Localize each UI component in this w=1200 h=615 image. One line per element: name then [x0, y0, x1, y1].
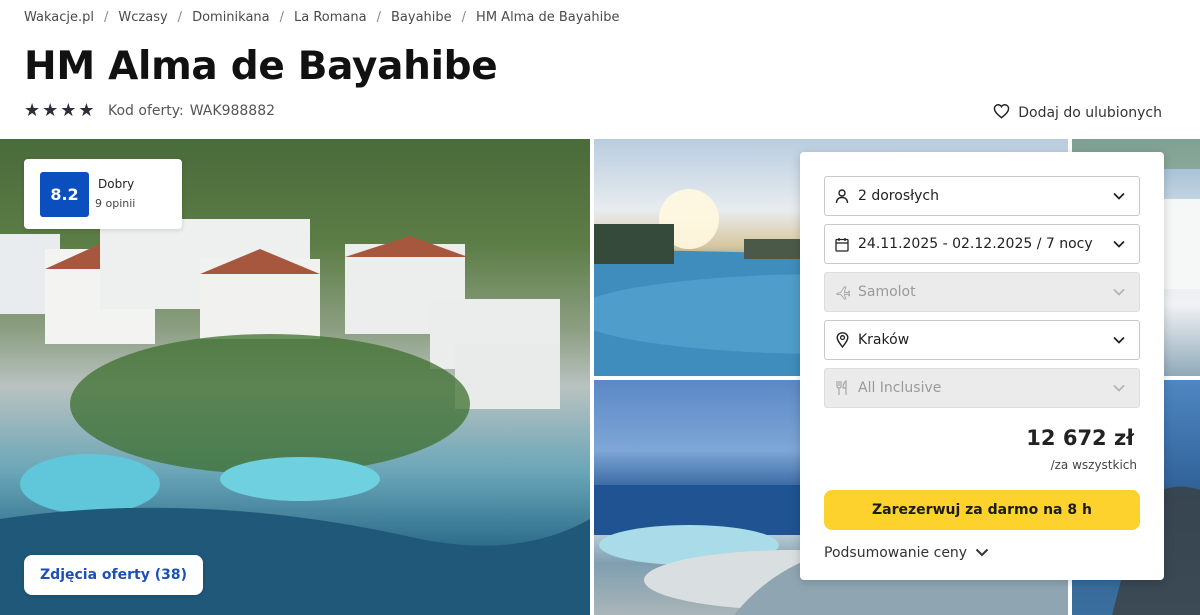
departure-select[interactable]: Kraków [824, 320, 1140, 360]
dates-select[interactable]: 24.11.2025 - 02.12.2025 / 7 nocy [824, 224, 1140, 264]
book-button[interactable]: Zarezerwuj za darmo na 8 h [824, 490, 1140, 530]
breadcrumb-separator: / [177, 9, 183, 25]
offer-code: Kod oferty: WAK988882 [108, 103, 275, 119]
dates-value: 24.11.2025 - 02.12.2025 / 7 nocy [858, 236, 1093, 252]
rating-card[interactable]: 8.2 Dobry 9 opinii [24, 159, 182, 229]
price-note: /za wszystkich [1050, 458, 1137, 472]
guests-value: 2 dorosłych [858, 188, 939, 204]
calendar-icon [834, 236, 850, 252]
offer-code-value: WAK988882 [189, 103, 276, 119]
add-to-favorites-label: Dodaj do ulubionych [1018, 105, 1162, 121]
breadcrumb-item-region[interactable]: La Romana [294, 10, 367, 25]
breadcrumb-separator: / [104, 9, 109, 25]
board-select: All Inclusive [824, 368, 1140, 408]
breadcrumb-item-city[interactable]: Bayahibe [391, 10, 452, 25]
departure-value: Kraków [858, 332, 910, 348]
chevron-down-icon [975, 545, 989, 561]
booking-panel: 2 dorosłych 24.11.2025 - 02.12.2025 / 7 … [800, 152, 1164, 580]
hotel-stars: ★ ★ ★ ★ [24, 102, 95, 120]
breadcrumb-separator: / [461, 9, 467, 25]
rating-word: Dobry [98, 177, 135, 191]
chevron-down-icon [1107, 192, 1131, 200]
star-icon: ★ [24, 100, 41, 121]
chevron-down-icon [1107, 384, 1131, 392]
star-icon: ★ [78, 100, 95, 121]
chevron-down-icon [1107, 288, 1131, 296]
plane-icon [834, 284, 850, 300]
breadcrumb-item-country[interactable]: Dominikana [192, 10, 270, 25]
price-summary-toggle[interactable]: Podsumowanie ceny [824, 545, 989, 561]
offer-photos-button[interactable]: Zdjęcia oferty (38) [24, 555, 203, 595]
breadcrumb-separator: / [376, 9, 381, 25]
breadcrumb-separator: / [279, 9, 285, 25]
total-price: 12 672 zł [1026, 426, 1134, 450]
add-to-favorites-button[interactable]: Dodaj do ulubionych [993, 103, 1162, 123]
rating-count: 9 opinii [95, 197, 136, 210]
page-title: HM Alma de Bayahibe [24, 44, 498, 89]
chevron-down-icon [1107, 240, 1131, 248]
location-pin-icon [834, 332, 850, 348]
cutlery-icon [834, 380, 850, 396]
breadcrumb: Wakacje.pl / Wczasy / Dominikana / La Ro… [24, 8, 619, 26]
breadcrumb-item-current: HM Alma de Bayahibe [476, 9, 620, 25]
star-icon: ★ [60, 100, 77, 121]
board-value: All Inclusive [858, 380, 942, 396]
rating-score-badge: 8.2 [40, 172, 89, 217]
person-icon [834, 188, 850, 204]
offer-code-label: Kod oferty: [108, 103, 184, 119]
breadcrumb-item-wczasy[interactable]: Wczasy [118, 10, 167, 25]
transport-value: Samolot [858, 284, 916, 300]
star-icon: ★ [42, 100, 59, 121]
chevron-down-icon [1107, 336, 1131, 344]
guests-select[interactable]: 2 dorosłych [824, 176, 1140, 216]
heart-icon [993, 103, 1010, 123]
transport-select: Samolot [824, 272, 1140, 312]
breadcrumb-item-home[interactable]: Wakacje.pl [24, 10, 94, 25]
price-summary-label: Podsumowanie ceny [824, 545, 968, 561]
